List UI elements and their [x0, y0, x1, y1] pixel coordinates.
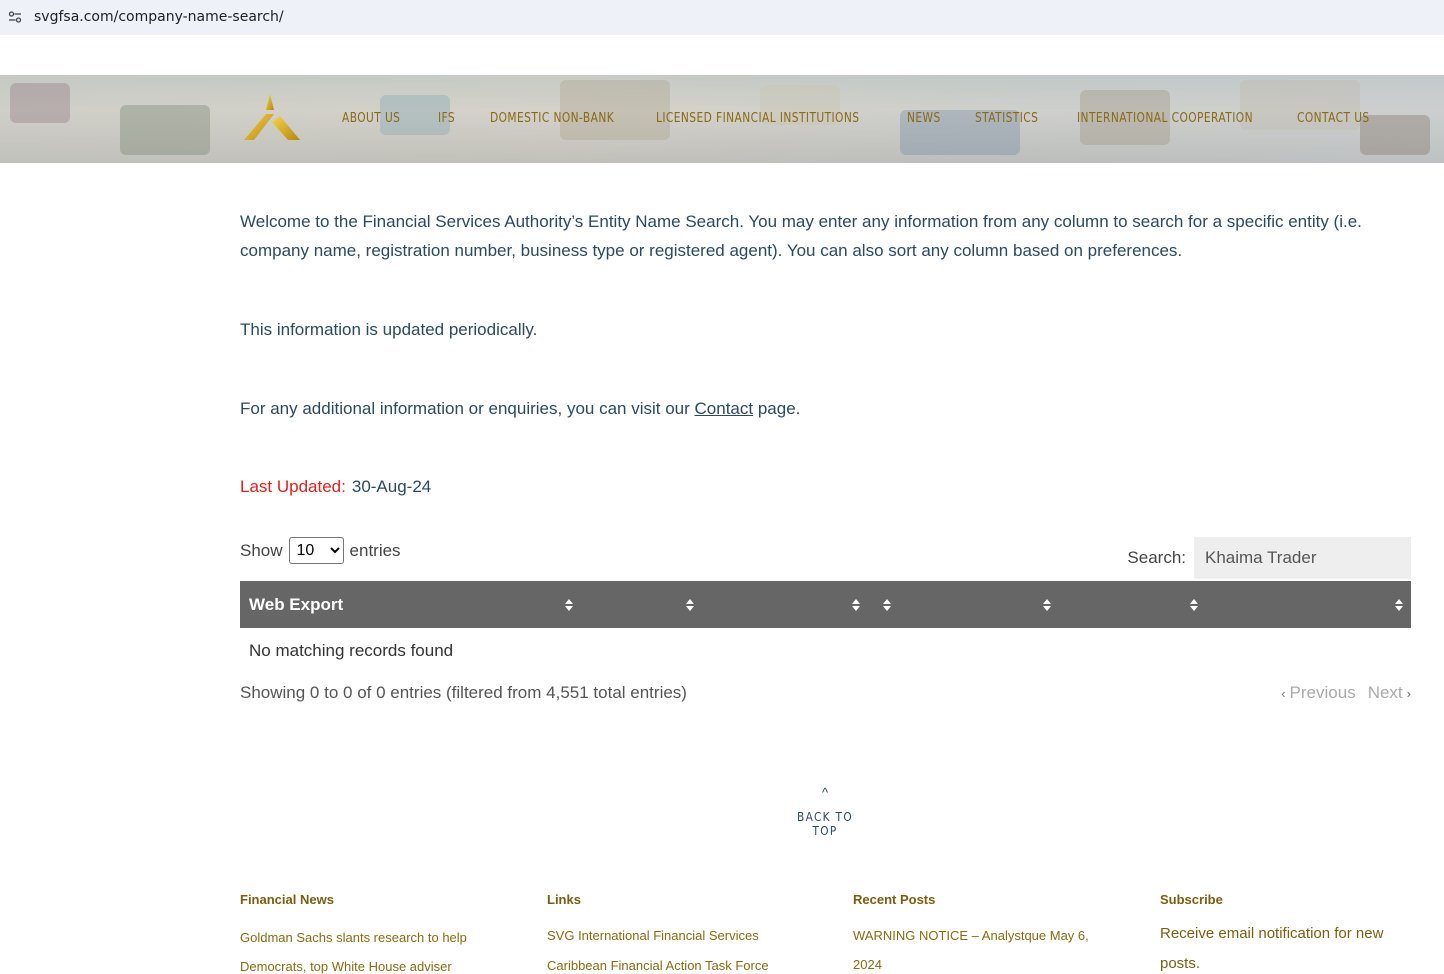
recent-post-link[interactable]: 2024 [853, 950, 1113, 974]
table-search: Search: [1127, 537, 1411, 579]
intro-text: Welcome to the Financial Services Author… [240, 212, 1362, 260]
search-label: Search: [1127, 548, 1186, 567]
last-updated-label: Last Updated: [240, 477, 346, 496]
tune-icon[interactable] [8, 10, 22, 24]
nav-news[interactable]: NEWS [907, 111, 941, 126]
page-length-control: Show 10 entries [240, 537, 401, 564]
news-link[interactable]: Goldman Sachs slants research to help [240, 923, 500, 952]
footer-link[interactable]: SVG International Financial Services [547, 921, 807, 951]
nav-contact-us[interactable]: CONTACT US [1297, 111, 1370, 126]
subscribe-text: posts. [1160, 955, 1201, 972]
contact-link[interactable]: Contact [695, 399, 754, 418]
chevron-left-icon: ‹ [1281, 685, 1286, 701]
table-info: Showing 0 to 0 of 0 entries (filtered fr… [240, 683, 687, 702]
last-updated-value: 30-Aug-24 [351, 477, 432, 496]
search-input[interactable] [1194, 537, 1411, 579]
nav-about-us[interactable]: ABOUT US [342, 111, 400, 126]
previous-button[interactable]: Previous [1290, 683, 1356, 703]
chevron-up-icon: ^ [821, 785, 829, 800]
empty-table-message: No matching records found [249, 641, 454, 660]
last-updated: Last Updated: 30-Aug-24 [240, 472, 431, 501]
url-text[interactable]: svgfsa.com/company-name-search/ [34, 9, 284, 25]
back-to-top[interactable]: ^ BACK TO TOP [786, 785, 864, 838]
nav-statistics[interactable]: STATISTICS [975, 111, 1038, 126]
fsa-logo[interactable] [240, 92, 302, 144]
sort-icon[interactable] [685, 597, 695, 613]
back-to-top-label[interactable]: BACK TO TOP [791, 810, 860, 838]
subscribe-text: Receive email notification for new [1160, 925, 1384, 942]
column-header-web-export[interactable]: Web Export [249, 595, 343, 615]
update-note: This information is updated periodically… [240, 320, 538, 339]
sort-icon[interactable] [564, 597, 574, 613]
footer-recent-posts: Recent Posts WARNING NOTICE – Analystque… [853, 892, 1113, 974]
nav-international-cooperation[interactable]: INTERNATIONAL COOPERATION [1077, 111, 1253, 126]
nav-licensed-financial-institutions[interactable]: LICENSED FINANCIAL INSTITUTIONS [656, 111, 859, 126]
entries-label: entries [349, 540, 401, 560]
footer-links: Links SVG International Financial Servic… [547, 892, 807, 974]
footer-heading: Recent Posts [853, 892, 936, 907]
footer-subscribe: Subscribe Receive email notification for… [1160, 892, 1420, 974]
recent-post-link[interactable]: WARNING NOTICE – Analystque May 6, [853, 921, 1113, 950]
sort-icon[interactable] [1189, 597, 1199, 613]
footer-heading: Links [547, 892, 581, 907]
footer-heading: Financial News [240, 892, 334, 907]
footer-financial-news: Financial News Goldman Sachs slants rese… [240, 892, 500, 974]
nav-ifs[interactable]: IFS [438, 111, 455, 126]
contact-suffix: page. [753, 399, 801, 418]
entries-select[interactable]: 10 [288, 537, 344, 564]
next-button[interactable]: Next [1368, 683, 1403, 703]
contact-note: For any additional information or enquir… [240, 394, 800, 423]
chevron-right-icon: › [1406, 685, 1411, 701]
news-link[interactable]: Democrats, top White House adviser [240, 952, 500, 974]
sort-icon[interactable] [882, 597, 892, 613]
table-header: Web Export [240, 581, 1411, 628]
sort-icon[interactable] [1394, 597, 1404, 613]
nav-domestic-non-bank[interactable]: DOMESTIC NON-BANK [490, 111, 614, 126]
show-label: Show [240, 540, 283, 560]
footer-heading: Subscribe [1160, 892, 1223, 907]
sort-icon[interactable] [1042, 597, 1052, 613]
sort-icon[interactable] [851, 597, 861, 613]
footer-link[interactable]: Caribbean Financial Action Task Force [547, 951, 807, 974]
pagination: ‹ Previous Next › [1281, 683, 1411, 703]
contact-prefix: For any additional information or enquir… [240, 399, 695, 418]
address-bar[interactable]: svgfsa.com/company-name-search/ [0, 0, 1444, 35]
